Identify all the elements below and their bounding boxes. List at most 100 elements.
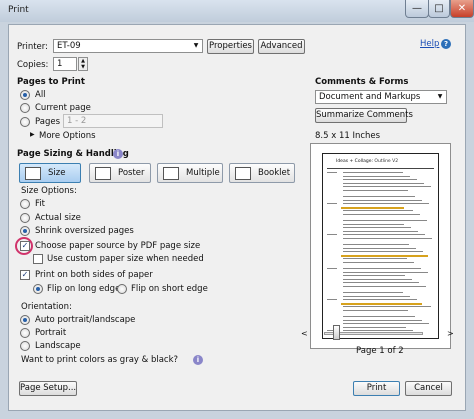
minimize-button[interactable]: — [405, 0, 429, 18]
gray-question-label: Want to print colors as gray & black? [21, 355, 179, 365]
preview-line [343, 214, 420, 215]
all-pages-label: All [35, 90, 46, 100]
preview-line [343, 247, 416, 249]
preview-page: Ideas + Collage: Outline V2 [322, 153, 439, 339]
preview-doc-title: Ideas + Collage: Outline V2 [336, 159, 399, 164]
preview-side-note [327, 234, 337, 236]
copies-stepper[interactable]: ▲ ▼ [78, 57, 88, 71]
poster-toggle-button[interactable]: Poster [89, 163, 151, 183]
custom-paper-size-label: Use custom paper size when needed [47, 254, 204, 264]
preview-line [343, 268, 421, 269]
preview-line [343, 262, 414, 263]
actual-size-radio[interactable] [20, 213, 30, 223]
title-bar: Print — □ ✕ [0, 0, 474, 22]
preview-rule [327, 168, 434, 169]
preview-line [343, 271, 428, 273]
preview-line [341, 254, 428, 257]
printer-label: Printer: [17, 42, 48, 52]
chevron-down-icon: ▼ [193, 42, 199, 49]
maximize-button[interactable]: □ [428, 0, 450, 18]
preview-line [343, 319, 422, 321]
preview-line [343, 326, 406, 328]
pages-range-input[interactable]: 1 - 2 [63, 114, 163, 128]
size-icon [25, 167, 41, 180]
properties-button[interactable]: Properties [207, 39, 254, 54]
fit-radio[interactable] [20, 199, 30, 209]
preview-line [343, 230, 418, 232]
fit-label: Fit [35, 199, 45, 209]
close-button[interactable]: ✕ [450, 0, 474, 18]
preview-line [343, 251, 423, 253]
size-label: Size [48, 168, 66, 178]
preview-slider-thumb[interactable] [333, 325, 340, 340]
preview-line [343, 186, 431, 188]
advanced-button[interactable]: Advanced [258, 39, 305, 54]
preview-side-note [327, 203, 337, 205]
custom-paper-size-checkbox[interactable] [33, 254, 43, 264]
preview-line [343, 199, 422, 201]
page-setup-button[interactable]: Page Setup... [19, 381, 77, 396]
expand-arrow-icon[interactable]: ▶ [30, 131, 35, 138]
booklet-toggle-button[interactable]: Booklet [229, 163, 295, 183]
next-page-icon[interactable]: > [447, 329, 454, 338]
pages-range-radio[interactable] [20, 117, 30, 127]
info-icon[interactable]: i [113, 149, 123, 159]
preview-line [343, 220, 427, 221]
preview-line [343, 244, 409, 245]
poster-icon [95, 167, 111, 180]
copies-input[interactable]: 1 [53, 57, 77, 71]
portrait-radio[interactable] [20, 328, 30, 338]
all-pages-radio[interactable] [20, 90, 30, 100]
flip-short-edge-radio[interactable] [117, 284, 127, 294]
prev-page-icon[interactable]: < [301, 329, 308, 338]
printer-select[interactable]: ET-09 ▼ [53, 39, 203, 53]
choose-paper-source-label: Choose paper source by PDF page size [35, 241, 201, 251]
choose-paper-source-checkbox[interactable]: ✓ [20, 241, 30, 251]
both-sides-checkbox[interactable]: ✓ [20, 270, 30, 280]
preview-side-note [327, 299, 337, 301]
more-options-link[interactable]: More Options [39, 131, 96, 141]
print-preview: Ideas + Collage: Outline V2 [310, 143, 451, 349]
chevron-down-icon: ▼ [437, 93, 443, 100]
preview-line [343, 196, 415, 197]
current-page-radio[interactable] [20, 103, 30, 113]
booklet-label: Booklet [258, 168, 291, 178]
landscape-radio[interactable] [20, 341, 30, 351]
preview-line [343, 179, 417, 181]
preview-line [343, 282, 419, 284]
print-button[interactable]: Print [353, 381, 400, 396]
current-page-label: Current page [35, 103, 91, 113]
preview-line [343, 172, 403, 173]
help-icon[interactable]: ? [441, 39, 451, 49]
preview-line [343, 234, 425, 236]
size-toggle-button[interactable]: Size [19, 163, 81, 183]
flip-long-edge-radio[interactable] [33, 284, 43, 294]
auto-orientation-radio[interactable] [20, 315, 30, 325]
copies-value: 1 [57, 59, 63, 69]
comments-forms-value: Document and Markups [319, 92, 421, 102]
booklet-icon [235, 167, 251, 180]
preview-line [341, 302, 422, 305]
cancel-button[interactable]: Cancel [405, 381, 452, 396]
preview-line [343, 323, 429, 325]
summarize-comments-button[interactable]: Summarize Comments [315, 108, 413, 123]
preview-side-note [327, 268, 337, 269]
copies-label: Copies: [17, 60, 49, 70]
paper-size-label: 8.5 x 11 Inches [315, 131, 381, 141]
preview-line [343, 292, 403, 293]
preview-line [343, 278, 412, 280]
shrink-oversized-radio[interactable] [20, 226, 30, 236]
auto-orientation-label: Auto portrait/landscape [35, 315, 136, 325]
dialog-body: Printer: ET-09 ▼ Properties Advanced Hel… [8, 24, 466, 411]
page-indicator: Page 1 of 2 [356, 346, 404, 356]
multiple-toggle-button[interactable]: Multiple [157, 163, 223, 183]
comments-forms-select[interactable]: Document and Markups ▼ [315, 90, 447, 104]
help-link[interactable]: Help [420, 39, 439, 49]
pages-range-label: Pages [35, 117, 61, 127]
preview-line [343, 238, 432, 239]
flip-short-edge-label: Flip on short edge [131, 284, 208, 294]
printer-value: ET-09 [57, 41, 81, 51]
multiple-label: Multiple [186, 168, 220, 178]
actual-size-label: Actual size [35, 213, 81, 223]
info-icon-gray[interactable]: i [193, 355, 203, 365]
